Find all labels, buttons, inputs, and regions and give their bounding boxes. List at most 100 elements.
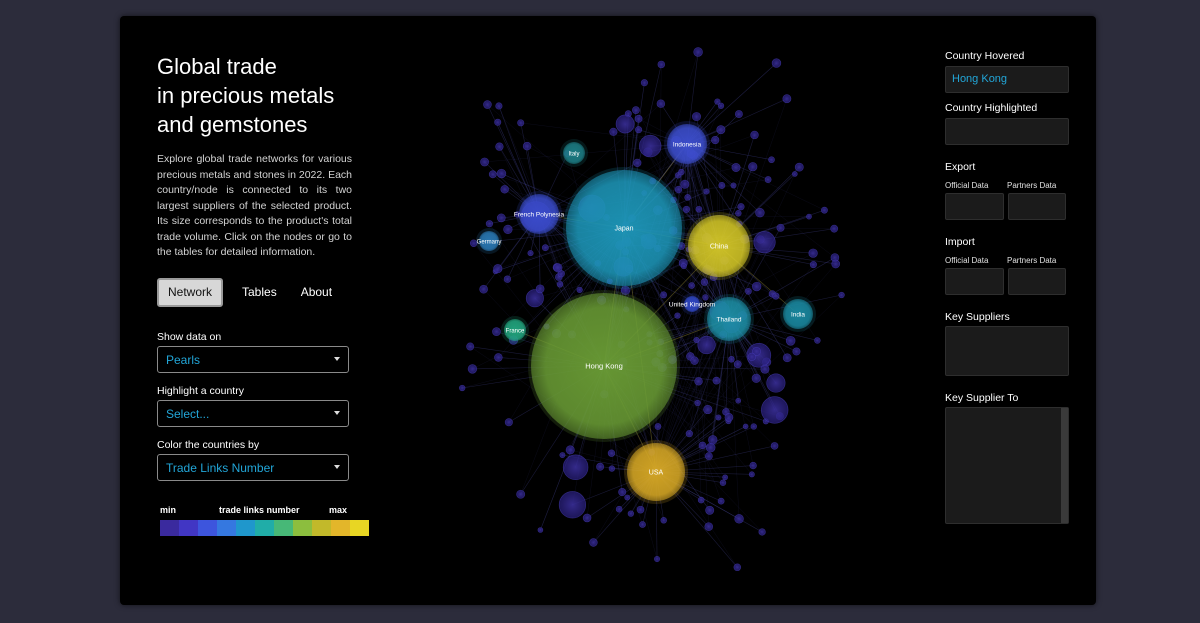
tab-network[interactable]: Network	[157, 277, 223, 307]
country-node[interactable]	[714, 98, 721, 105]
country-node[interactable]	[517, 119, 525, 127]
country-node[interactable]	[719, 479, 727, 486]
country-node[interactable]	[483, 100, 492, 109]
country-node[interactable]	[745, 287, 752, 295]
country-node-japan[interactable]: Japan	[563, 167, 685, 289]
country-node[interactable]	[639, 521, 646, 528]
country-node[interactable]	[459, 384, 466, 392]
country-node[interactable]	[782, 353, 792, 363]
country-node[interactable]	[522, 141, 532, 151]
country-node[interactable]	[751, 373, 761, 383]
country-node[interactable]	[495, 142, 504, 151]
country-node[interactable]	[694, 399, 701, 407]
country-node[interactable]	[734, 110, 743, 119]
country-node[interactable]	[814, 337, 821, 344]
product-select[interactable]: Pearls	[157, 345, 349, 373]
country-node[interactable]	[615, 114, 635, 134]
country-node[interactable]	[500, 185, 509, 194]
country-node[interactable]	[596, 462, 605, 471]
key-suppliers-list[interactable]	[945, 326, 1069, 376]
highlight-country-select[interactable]: Select...	[157, 399, 349, 427]
country-node[interactable]	[559, 452, 566, 459]
color-by-select[interactable]: Trade Links Number	[157, 453, 349, 481]
country-node[interactable]	[785, 336, 796, 346]
country-node[interactable]	[730, 182, 737, 189]
country-node[interactable]	[750, 423, 757, 430]
country-node[interactable]	[782, 94, 792, 104]
country-node-china[interactable]: China	[685, 212, 753, 280]
country-node[interactable]	[535, 284, 545, 294]
country-node[interactable]	[680, 263, 687, 270]
country-node[interactable]	[527, 250, 534, 257]
country-node[interactable]	[750, 130, 759, 140]
country-node[interactable]	[794, 162, 804, 172]
country-node[interactable]	[776, 223, 785, 232]
country-node[interactable]	[692, 112, 702, 122]
country-node[interactable]	[607, 449, 616, 457]
country-node[interactable]	[684, 194, 691, 201]
country-node[interactable]	[636, 505, 645, 514]
country-node[interactable]	[760, 364, 770, 374]
country-node[interactable]	[685, 430, 693, 438]
country-node[interactable]	[496, 213, 506, 223]
country-node[interactable]	[698, 441, 707, 450]
country-node[interactable]	[576, 286, 583, 293]
country-node[interactable]	[708, 435, 718, 445]
tab-tables[interactable]: Tables	[232, 278, 287, 307]
country-node-italy[interactable]: Italy	[560, 139, 588, 167]
country-node[interactable]	[494, 118, 502, 126]
country-node[interactable]	[772, 292, 780, 300]
country-node[interactable]	[724, 412, 734, 422]
country-node[interactable]	[742, 423, 749, 430]
country-node[interactable]	[467, 364, 478, 374]
country-node[interactable]	[674, 185, 683, 194]
country-node-indonesia[interactable]: Indonesia	[664, 121, 710, 167]
country-node[interactable]	[688, 282, 695, 289]
country-node[interactable]	[609, 127, 618, 136]
country-node-usa[interactable]: USA	[624, 440, 688, 504]
country-node[interactable]	[703, 188, 710, 195]
country-node[interactable]	[806, 213, 812, 220]
country-node[interactable]	[697, 496, 705, 504]
scrollbar[interactable]	[1061, 408, 1068, 523]
country-node[interactable]	[735, 210, 742, 217]
country-node[interactable]	[717, 497, 725, 505]
country-node[interactable]	[768, 156, 775, 164]
country-node[interactable]	[624, 494, 631, 501]
country-node[interactable]	[678, 168, 685, 176]
country-node[interactable]	[516, 489, 526, 499]
country-node[interactable]	[792, 347, 801, 356]
country-node[interactable]	[737, 203, 745, 211]
country-node[interactable]	[503, 224, 513, 235]
country-node[interactable]	[734, 514, 744, 524]
country-node[interactable]	[704, 452, 713, 461]
country-node[interactable]	[488, 170, 497, 179]
country-node[interactable]	[703, 404, 713, 415]
key-supplier-to-list[interactable]	[945, 407, 1069, 524]
country-node[interactable]	[715, 414, 722, 421]
country-node-india[interactable]: India	[780, 296, 816, 332]
country-node[interactable]	[694, 377, 703, 386]
country-node[interactable]	[682, 205, 691, 213]
country-node[interactable]	[761, 396, 789, 424]
country-node[interactable]	[747, 352, 756, 362]
country-node[interactable]	[496, 168, 507, 179]
country-node[interactable]	[562, 454, 589, 480]
country-node[interactable]	[674, 312, 681, 319]
country-node[interactable]	[639, 134, 662, 158]
country-node-france[interactable]: France	[501, 316, 529, 344]
country-node[interactable]	[656, 99, 666, 108]
country-node[interactable]	[716, 125, 726, 135]
country-node[interactable]	[728, 356, 735, 363]
country-node[interactable]	[838, 291, 845, 299]
country-node[interactable]	[821, 206, 828, 214]
country-node[interactable]	[635, 126, 643, 134]
country-node[interactable]	[615, 505, 623, 513]
country-node[interactable]	[733, 360, 742, 369]
country-node[interactable]	[831, 259, 841, 269]
country-node[interactable]	[634, 114, 643, 123]
country-node[interactable]	[718, 181, 726, 189]
country-node[interactable]	[753, 231, 776, 254]
country-node[interactable]	[553, 263, 563, 273]
country-node[interactable]	[733, 563, 742, 572]
